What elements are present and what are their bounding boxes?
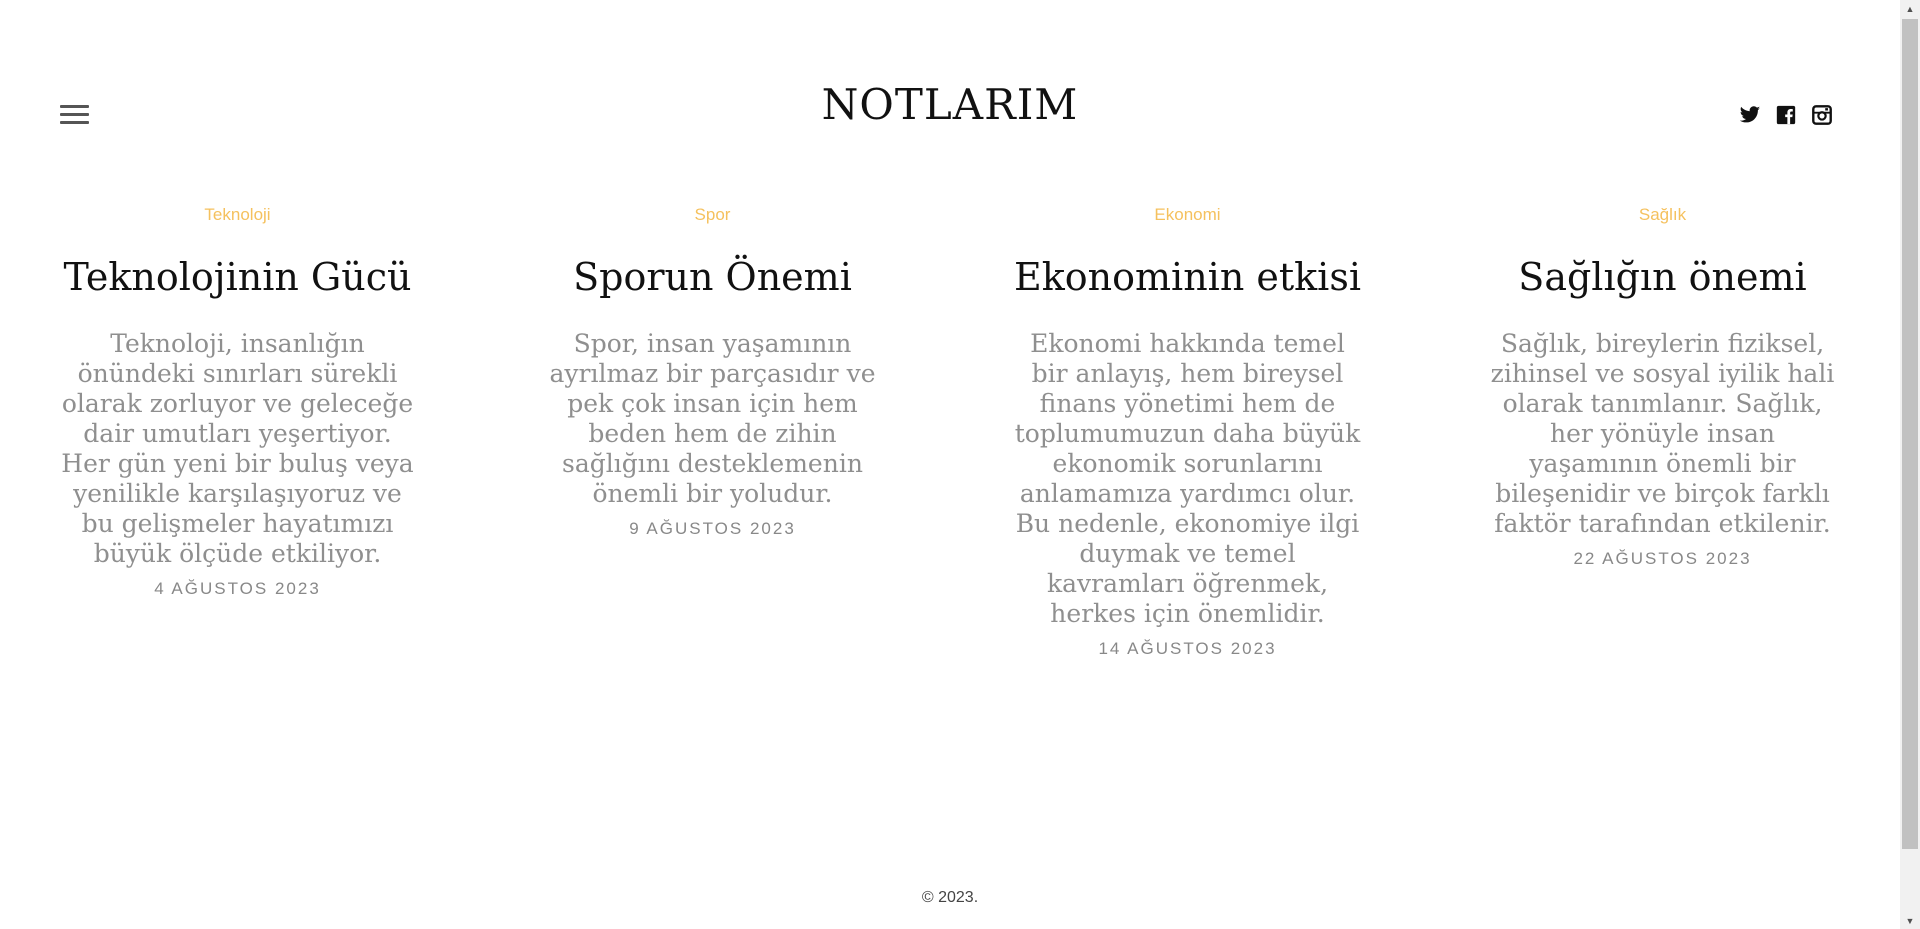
articles-grid: Teknoloji Teknolojinin Gücü Teknoloji, i… <box>0 205 1900 659</box>
instagram-icon[interactable] <box>1811 104 1833 126</box>
article-card: Spor Sporun Önemi Spor, insan yaşamının … <box>475 205 950 659</box>
article-excerpt: Teknoloji, insanlığın önündeki sınırları… <box>61 328 414 568</box>
article-excerpt: Sağlık, bireylerin fiziksel, zihinsel ve… <box>1490 328 1835 538</box>
scrollbar-thumb[interactable] <box>1902 19 1918 849</box>
article-card: Ekonomi Ekonominin etkisi Ekonomi hakkın… <box>950 205 1425 659</box>
footer-copyright: © 2023. <box>921 889 979 906</box>
article-date: 22 AĞUSTOS 2023 <box>1573 548 1752 568</box>
vertical-scrollbar[interactable]: ▲ ▼ <box>1900 0 1920 929</box>
site-title[interactable]: NOTLARIM <box>0 80 1900 129</box>
article-title[interactable]: Ekonominin etkisi <box>1010 255 1365 301</box>
category-link[interactable]: Teknoloji <box>204 205 270 225</box>
article-date: 9 AĞUSTOS 2023 <box>629 518 796 538</box>
category-link[interactable]: Spor <box>695 205 731 225</box>
facebook-icon[interactable] <box>1775 104 1797 126</box>
article-excerpt: Ekonomi hakkında temel bir anlayış, hem … <box>1014 328 1361 628</box>
twitter-icon[interactable] <box>1739 104 1761 126</box>
article-date: 14 AĞUSTOS 2023 <box>1098 638 1277 658</box>
scroll-up-arrow-icon[interactable]: ▲ <box>1900 0 1920 17</box>
article-excerpt: Spor, insan yaşamının ayrılmaz bir parça… <box>549 328 876 508</box>
category-link[interactable]: Ekonomi <box>1154 205 1220 225</box>
article-date: 4 AĞUSTOS 2023 <box>154 578 321 598</box>
article-title[interactable]: Sağlığın önemi <box>1485 255 1840 301</box>
article-title[interactable]: Teknolojinin Gücü <box>60 255 415 301</box>
social-links <box>1739 104 1833 126</box>
article-card: Sağlık Sağlığın önemi Sağlık, bireylerin… <box>1425 205 1900 659</box>
scroll-down-arrow-icon[interactable]: ▼ <box>1900 912 1920 929</box>
article-card: Teknoloji Teknolojinin Gücü Teknoloji, i… <box>0 205 475 659</box>
category-link[interactable]: Sağlık <box>1639 205 1686 225</box>
article-title[interactable]: Sporun Önemi <box>535 255 890 301</box>
page: NOTLARIM Teknoloji Teknolojinin Gücü Tek… <box>0 0 1900 929</box>
